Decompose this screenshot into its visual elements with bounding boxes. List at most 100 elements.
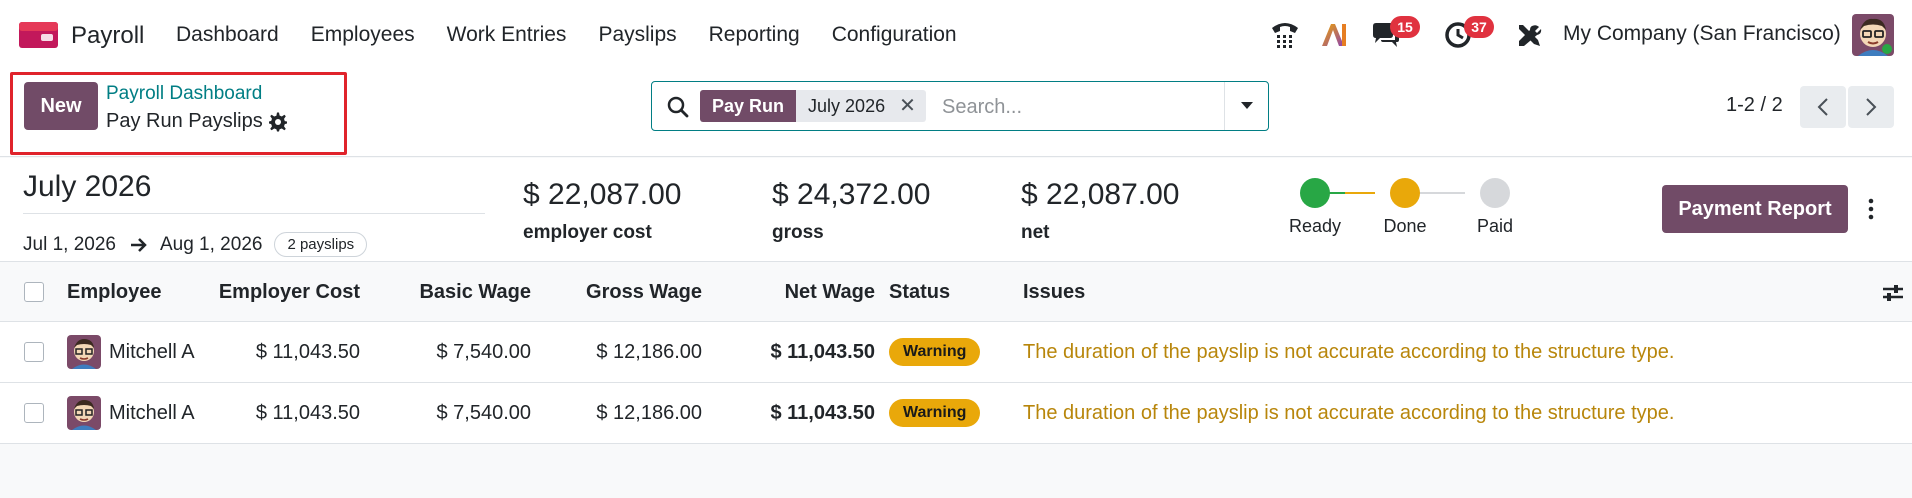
search-input[interactable] (942, 92, 1222, 122)
employee-cell[interactable]: Mitchell Admin (67, 322, 195, 382)
main-menu: Dashboard Employees Work Entries Payslip… (160, 0, 973, 70)
row-checkbox[interactable] (24, 403, 44, 423)
col-status[interactable]: Status (889, 263, 950, 321)
step-dot-done[interactable] (1390, 178, 1420, 208)
search-bar: Pay Run July 2026 ✕ (651, 81, 1269, 131)
payslip-table: Employee Employer Cost Basic Wage Gross … (0, 263, 1912, 444)
search-options-toggle[interactable] (1224, 82, 1268, 130)
status-badge: Warning (889, 399, 981, 427)
company-switcher[interactable]: My Company (San Francisco) (1563, 22, 1841, 46)
payrun-title[interactable]: July 2026 (23, 170, 151, 204)
gross-wage-value: $ 12,186.00 (596, 401, 702, 424)
select-all-checkbox[interactable] (24, 282, 44, 302)
facet-label: Pay Run (700, 90, 797, 122)
app-name[interactable]: Payroll (71, 22, 144, 50)
pager-next-button[interactable] (1848, 86, 1894, 128)
employee-avatar (67, 396, 101, 430)
issue-text: The duration of the payslip is not accur… (1023, 401, 1675, 424)
payrun-summary: July 2026 Jul 1, 2026 Aug 1, 2026 2 pays… (0, 158, 1912, 262)
status-cell: Warning (889, 322, 981, 382)
column-settings-icon[interactable] (1882, 283, 1904, 303)
net-wage-value: $ 11,043.50 (770, 401, 875, 424)
payment-report-button[interactable]: Payment Report (1662, 185, 1848, 233)
net-label: net (1021, 222, 1050, 243)
period-range: Jul 1, 2026 Aug 1, 2026 2 payslips (23, 232, 368, 257)
tools-icon[interactable] (1516, 22, 1542, 48)
col-employee[interactable]: Employee (67, 263, 161, 321)
date-from[interactable]: Jul 1, 2026 (23, 234, 116, 256)
table-row[interactable]: Mitchell Admin $ 11,043.50 $ 7,540.00 $ … (0, 383, 1912, 444)
menu-dashboard[interactable]: Dashboard (160, 0, 295, 70)
payslip-count-badge[interactable]: 2 payslips (274, 232, 368, 257)
net-wage-value: $ 11,043.50 (770, 340, 875, 363)
chevron-left-icon (1817, 98, 1828, 116)
search-facet: Pay Run July 2026 ✕ (700, 90, 926, 122)
employer-cost-value: $ 11,043.50 (255, 340, 360, 363)
gross-wage-value: $ 12,186.00 (596, 340, 702, 363)
facet-value: July 2026 (808, 96, 886, 116)
pager-value[interactable]: 1-2 / 2 (1726, 94, 1783, 117)
ai-icon[interactable] (1320, 20, 1350, 50)
net-amount: $ 22,087.00 (1021, 178, 1180, 211)
status-badge: Warning (889, 338, 981, 366)
issue-text: The duration of the payslip is not accur… (1023, 340, 1675, 363)
menu-configuration[interactable]: Configuration (816, 0, 973, 70)
gross-amount: $ 24,372.00 (772, 178, 931, 211)
gear-icon[interactable] (268, 112, 288, 132)
col-issues[interactable]: Issues (1023, 263, 1085, 321)
table-header: Employee Employer Cost Basic Wage Gross … (0, 263, 1912, 322)
control-panel: New Payroll Dashboard Pay Run Payslips P… (0, 70, 1912, 157)
menu-employees[interactable]: Employees (295, 0, 431, 70)
issues-cell: The duration of the payslip is not accur… (1023, 322, 1674, 382)
employer-cost-amount: $ 22,087.00 (523, 178, 682, 211)
col-basic-wage[interactable]: Basic Wage (380, 263, 531, 321)
employee-avatar (67, 335, 101, 369)
gross-label: gross (772, 222, 824, 243)
step-label-ready: Ready (1288, 216, 1342, 236)
col-net-wage[interactable]: Net Wage (720, 263, 875, 321)
employer-cost-label: employer cost (523, 222, 652, 243)
title-underline (23, 213, 485, 214)
payroll-app-icon[interactable] (19, 22, 58, 48)
facet-value-wrap: July 2026 ✕ (796, 90, 926, 122)
close-icon[interactable]: ✕ (899, 90, 916, 122)
chevron-right-icon (1866, 98, 1877, 116)
col-gross-wage[interactable]: Gross Wage (550, 263, 702, 321)
employer-cost-value: $ 11,043.50 (255, 401, 360, 424)
pager-previous-button[interactable] (1800, 86, 1846, 128)
menu-payslips[interactable]: Payslips (582, 0, 692, 70)
select-all-cell (24, 263, 44, 321)
search-icon[interactable] (666, 95, 690, 119)
top-navbar: Payroll Dashboard Employees Work Entries… (0, 0, 1912, 70)
row-select-cell (24, 383, 44, 443)
employee-cell[interactable]: Mitchell Admin (67, 383, 195, 443)
step-dot-ready[interactable] (1300, 178, 1330, 208)
activities-clock-icon[interactable]: 37 (1444, 16, 1494, 50)
phone-icon[interactable] (1268, 16, 1302, 52)
status-cell: Warning (889, 383, 981, 443)
basic-wage-value: $ 7,540.00 (436, 340, 531, 363)
arrow-right-icon (130, 237, 147, 252)
date-to[interactable]: Aug 1, 2026 (160, 234, 262, 256)
activities-badge: 37 (1464, 16, 1494, 38)
kebab-menu-icon[interactable] (1864, 196, 1878, 222)
basic-wage-value: $ 7,540.00 (436, 401, 531, 424)
step-label-done: Done (1383, 216, 1427, 236)
caret-down-icon (1240, 102, 1253, 109)
step-line-ready-done (1345, 192, 1375, 194)
menu-reporting[interactable]: Reporting (693, 0, 816, 70)
issues-cell: The duration of the payslip is not accur… (1023, 383, 1674, 443)
employee-name: Mitchell Admin (109, 340, 195, 363)
table-row[interactable]: Mitchell Admin $ 11,043.50 $ 7,540.00 $ … (0, 322, 1912, 383)
messages-icon[interactable]: 15 (1370, 16, 1420, 50)
employee-name: Mitchell Admin (109, 401, 195, 424)
step-label-paid: Paid (1476, 216, 1514, 236)
new-button[interactable]: New (24, 82, 98, 130)
status-stepper: Ready Done Paid (1285, 178, 1525, 238)
row-checkbox[interactable] (24, 342, 44, 362)
user-avatar[interactable] (1852, 14, 1894, 56)
step-dot-paid[interactable] (1480, 178, 1510, 208)
menu-work-entries[interactable]: Work Entries (431, 0, 583, 70)
col-employer-cost[interactable]: Employer Cost (200, 263, 360, 321)
breadcrumb-payroll-dashboard[interactable]: Payroll Dashboard (106, 83, 262, 105)
